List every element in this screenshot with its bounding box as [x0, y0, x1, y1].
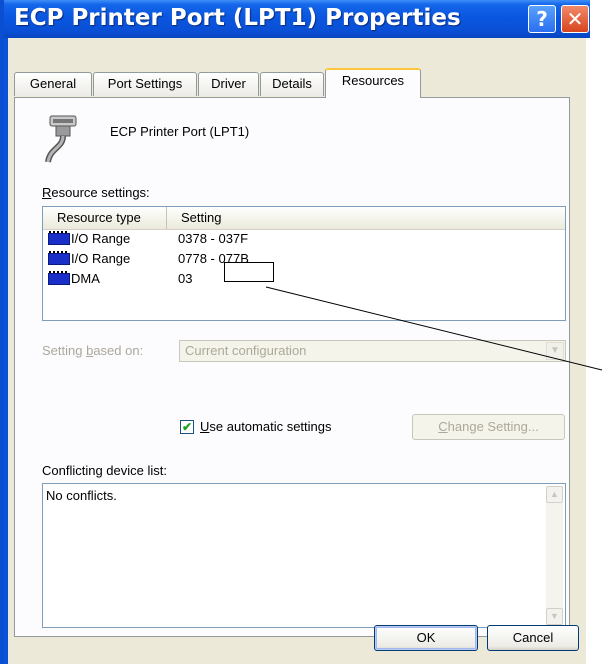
tab-resources[interactable]: Resources [325, 68, 421, 98]
tab-label: Resources [341, 73, 405, 88]
annotation-line [265, 286, 602, 371]
